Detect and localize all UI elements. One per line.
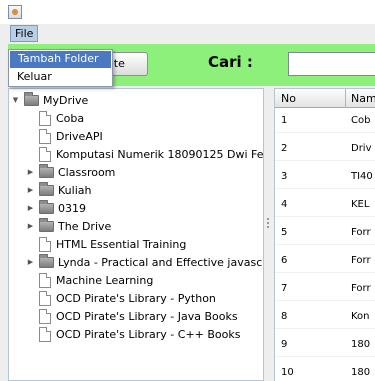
cell-nama: TI40 xyxy=(351,171,373,182)
column-header-nama[interactable]: Nam xyxy=(351,92,375,105)
table-row[interactable]: 7 Forr xyxy=(275,277,375,301)
folder-icon xyxy=(39,163,54,178)
file-menu[interactable]: File xyxy=(10,25,39,42)
tree-node-label: Kuliah xyxy=(58,183,92,197)
tree-file[interactable]: Coba xyxy=(39,109,84,127)
folder-icon xyxy=(39,253,54,268)
tree-file[interactable]: OCD Pirate's Library - Python xyxy=(39,289,216,307)
tree-node-label: Lynda - Practical and Effective javascri… xyxy=(58,255,264,269)
expand-down-icon[interactable]: ▼ xyxy=(11,96,20,104)
cell-nama: Forr xyxy=(351,283,371,294)
cell-no: 3 xyxy=(281,171,288,182)
tree-node-label: MyDrive xyxy=(43,93,89,107)
file-dropdown-menu: Tambah Folder Keluar xyxy=(8,49,113,87)
tree-node-label: OCD Pirate's Library - Python xyxy=(56,291,216,305)
tree-node-label: 0319 xyxy=(58,201,86,215)
cell-nama: 180 xyxy=(351,339,371,350)
tree-node-label: DriveAPI xyxy=(56,129,103,143)
tree-folder[interactable]: ▶ Kuliah xyxy=(26,181,91,199)
expand-right-icon[interactable]: ▶ xyxy=(26,222,35,230)
expand-right-icon[interactable]: ▶ xyxy=(26,204,35,212)
tree-node-label: OCD Pirate's Library - Java Books xyxy=(56,309,238,323)
table-row[interactable]: 2 Driv xyxy=(275,137,375,161)
file-icon xyxy=(39,236,51,252)
table-row[interactable]: 3 TI40 xyxy=(275,165,375,189)
table-row[interactable]: 6 Forr xyxy=(275,249,375,273)
cell-no: 2 xyxy=(281,143,288,154)
menu-item-keluar[interactable]: Keluar xyxy=(9,69,112,86)
cell-nama: Forr xyxy=(351,255,371,266)
tree-file[interactable]: DriveAPI xyxy=(39,127,103,145)
tree-node-label: Coba xyxy=(56,111,85,125)
cell-nama: 180 xyxy=(351,367,371,378)
expand-right-icon[interactable]: ▶ xyxy=(26,168,35,176)
tree-file[interactable]: Komputasi Numerik 18090125 Dwi Febi xyxy=(39,145,264,163)
tree-file[interactable]: OCD Pirate's Library - Java Books xyxy=(39,307,238,325)
folder-tree[interactable]: ▼ MyDrive Coba DriveAPI Komputasi Numerik 18… xyxy=(8,88,264,381)
search-input[interactable] xyxy=(288,52,375,76)
table-row[interactable]: 8 Kon xyxy=(275,305,375,329)
cell-nama: Driv xyxy=(351,143,372,154)
file-icon xyxy=(39,290,51,306)
table-row[interactable]: 10 180 xyxy=(275,361,375,381)
tree-folder[interactable]: ▶ The Drive xyxy=(26,217,111,235)
tree-file[interactable]: OCD Pirate's Library - C++ Books xyxy=(39,325,241,343)
file-icon xyxy=(39,110,51,126)
files-table: No Nam 1 Cob 2 Driv 3 TI40 4 KEL 5 Forr 6 Forr 7 Forr… xyxy=(274,88,375,381)
menubar: File xyxy=(0,24,375,43)
folder-icon xyxy=(24,91,39,106)
cell-no: 7 xyxy=(281,283,288,294)
tree-file[interactable]: HTML Essential Training xyxy=(39,235,186,253)
tree-node-label: OCD Pirate's Library - C++ Books xyxy=(56,327,241,341)
table-row[interactable]: 1 Cob xyxy=(275,109,375,133)
tree-folder[interactable]: ▼ MyDrive xyxy=(11,91,88,109)
tree-file[interactable]: Machine Learning xyxy=(39,271,153,289)
column-header-no[interactable]: No xyxy=(281,92,296,105)
tree-folder[interactable]: ▶ Lynda - Practical and Effective javascr… xyxy=(26,253,264,271)
cell-no: 4 xyxy=(281,199,288,210)
cell-no: 6 xyxy=(281,255,288,266)
folder-icon xyxy=(39,181,54,196)
tree-node-label: The Drive xyxy=(58,219,112,233)
cell-no: 5 xyxy=(281,227,288,238)
cell-nama: Cob xyxy=(351,115,371,126)
cell-no: 1 xyxy=(281,115,288,126)
file-icon xyxy=(39,146,51,162)
expand-right-icon[interactable]: ▶ xyxy=(26,186,35,194)
table-header: No Nam xyxy=(275,89,375,108)
tree-node-label: Komputasi Numerik 18090125 Dwi Febi xyxy=(56,147,264,161)
file-icon xyxy=(39,326,51,342)
tree-node-label: Machine Learning xyxy=(56,273,154,287)
cell-nama: Forr xyxy=(351,227,371,238)
cell-nama: KEL xyxy=(351,199,370,210)
cell-no: 8 xyxy=(281,311,288,322)
file-icon xyxy=(39,308,51,324)
search-label: Cari : xyxy=(208,53,253,71)
menu-item-tambah-folder[interactable]: Tambah Folder xyxy=(10,51,111,68)
tree-node-label: Classroom xyxy=(58,165,116,179)
folder-icon xyxy=(39,217,54,232)
tree-node-label: HTML Essential Training xyxy=(56,237,187,251)
cell-nama: Kon xyxy=(351,311,370,322)
cell-no: 10 xyxy=(281,367,294,378)
file-icon xyxy=(39,272,51,288)
tree-folder[interactable]: ▶ Classroom xyxy=(26,163,115,181)
file-icon xyxy=(39,128,51,144)
expand-right-icon[interactable]: ▶ xyxy=(26,258,35,266)
java-app-icon xyxy=(8,5,22,19)
table-row[interactable]: 9 180 xyxy=(275,333,375,357)
table-row[interactable]: 4 KEL xyxy=(275,193,375,217)
tree-folder[interactable]: ▶ 0319 xyxy=(26,199,86,217)
table-row[interactable]: 5 Forr xyxy=(275,221,375,245)
cell-no: 9 xyxy=(281,339,288,350)
window-titlebar xyxy=(0,0,375,24)
folder-icon xyxy=(39,199,54,214)
split-pane-divider[interactable] xyxy=(264,88,274,381)
